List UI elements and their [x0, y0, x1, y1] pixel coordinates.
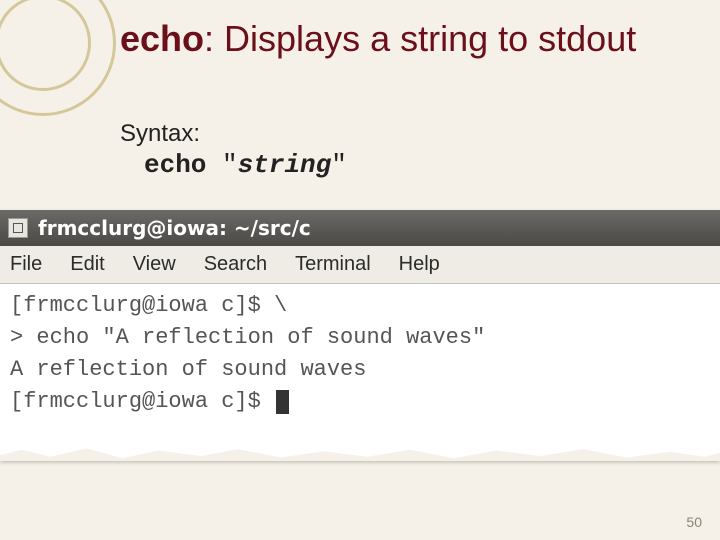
- syntax-quote-open: ": [206, 150, 237, 180]
- menu-edit[interactable]: Edit: [70, 253, 104, 276]
- menu-help[interactable]: Help: [399, 253, 440, 276]
- terminal-line-3: A reflection of sound waves: [10, 354, 710, 386]
- terminal-window-title: frmcclurg@iowa: ~/src/c: [38, 216, 311, 240]
- terminal-window: frmcclurg@iowa: ~/src/c File Edit View S…: [0, 210, 720, 460]
- cursor-block: [276, 390, 289, 414]
- menu-file[interactable]: File: [10, 253, 42, 276]
- syntax-block: Syntax: echo "string": [120, 120, 690, 180]
- page-number: 50: [686, 514, 702, 530]
- title-rest: : Displays a string to stdout: [204, 18, 636, 59]
- decorative-circles: [0, 0, 120, 120]
- syntax-code: echo "string": [120, 150, 690, 180]
- syntax-keyword: echo: [144, 150, 206, 180]
- menu-view[interactable]: View: [133, 253, 176, 276]
- menu-search[interactable]: Search: [204, 253, 267, 276]
- syntax-arg: string: [238, 150, 332, 180]
- terminal-body[interactable]: [frmcclurg@iowa c]$ \ > echo "A reflecti…: [0, 284, 720, 460]
- terminal-line-4: [frmcclurg@iowa c]$: [10, 386, 710, 418]
- terminal-line-1: [frmcclurg@iowa c]$ \: [10, 290, 710, 322]
- terminal-line-2: > echo "A reflection of sound waves": [10, 322, 710, 354]
- menu-terminal[interactable]: Terminal: [295, 253, 371, 276]
- terminal-titlebar: frmcclurg@iowa: ~/src/c: [0, 210, 720, 246]
- title-command: echo: [120, 18, 204, 59]
- syntax-quote-close: ": [331, 150, 347, 180]
- syntax-label: Syntax:: [120, 120, 690, 148]
- slide-title: echo: Displays a string to stdout: [120, 18, 690, 59]
- terminal-prompt-4: [frmcclurg@iowa c]$: [10, 389, 274, 414]
- terminal-app-icon: [8, 218, 28, 238]
- terminal-menubar: File Edit View Search Terminal Help: [0, 246, 720, 284]
